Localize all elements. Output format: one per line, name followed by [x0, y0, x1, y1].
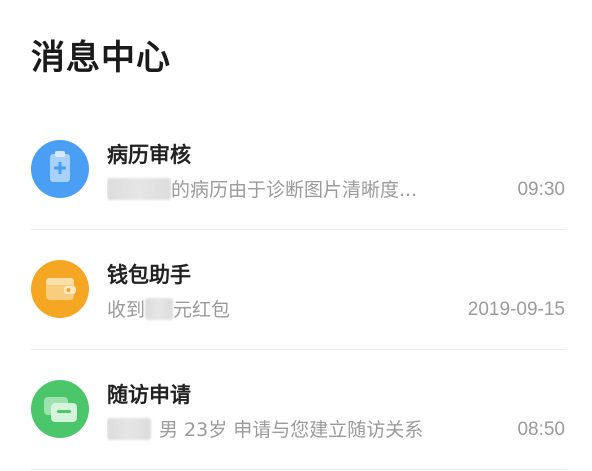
message-preview-text: 元红包 [173, 299, 231, 321]
message-preview: 的病历由于诊断图片清晰度... [107, 176, 477, 204]
chat-bubble-icon [31, 380, 89, 438]
message-preview-text: 男 23岁 申请与您建立随访关系 [159, 419, 424, 441]
message-preview-text: 的病历由于诊断图片清晰度... [171, 179, 418, 201]
message-preview: 收到 元红包 [107, 296, 477, 324]
divider [31, 469, 566, 470]
message-item-medical-review[interactable]: 病历审核 的病历由于诊断图片清晰度... 09:30 [0, 110, 592, 230]
message-time: 2019-09-15 [467, 299, 565, 320]
message-preview-prefix: 收到 [107, 299, 146, 321]
wallet-icon [31, 260, 89, 318]
message-title: 病历审核 [107, 143, 191, 167]
redacted-name [107, 178, 171, 200]
message-time: 08:50 [517, 419, 565, 440]
message-time: 09:30 [517, 179, 565, 200]
medical-record-icon [31, 140, 89, 198]
page-title: 消息中心 [31, 38, 171, 78]
message-title: 随访申请 [107, 383, 191, 407]
message-item-wallet[interactable]: 钱包助手 收到 元红包 2019-09-15 [0, 230, 592, 350]
message-list: 病历审核 的病历由于诊断图片清晰度... 09:30 钱包助手 收到 元红包 20… [0, 110, 592, 470]
message-item-followup[interactable]: 随访申请 男 23岁 申请与您建立随访关系 08:50 [0, 350, 592, 470]
message-preview: 男 23岁 申请与您建立随访关系 [107, 416, 477, 444]
redacted-amount [145, 298, 174, 320]
redacted-name [107, 418, 151, 440]
message-title: 钱包助手 [107, 263, 191, 287]
